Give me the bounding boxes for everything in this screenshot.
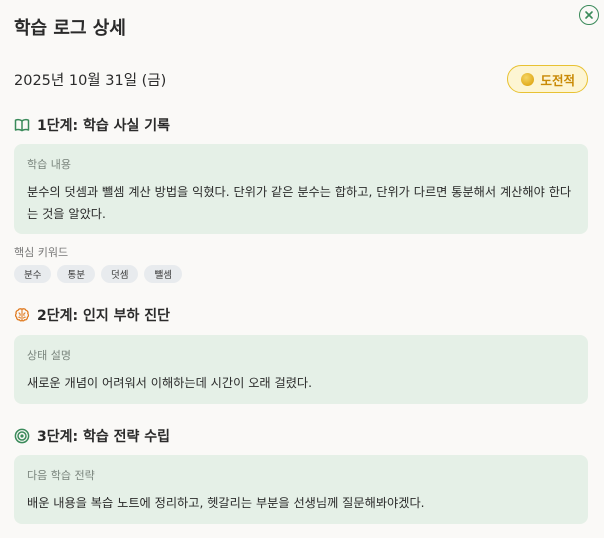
coin-dot-icon bbox=[521, 72, 535, 86]
keywords-label: 핵심 키워드 bbox=[14, 246, 69, 259]
step3-header: 3단계: 학습 전략 수립 bbox=[14, 426, 170, 446]
modal-title: 학습 로그 상세 bbox=[14, 18, 126, 39]
log-date: 2025년 10월 31일 (금) bbox=[14, 73, 167, 89]
step1-header: 1단계: 학습 사실 기록 bbox=[14, 115, 170, 135]
brain-icon bbox=[14, 308, 30, 322]
step3-card-text: 배운 내용을 복습 노트에 정리하고, 헷갈리는 부분을 선생님께 질문해봐야겠… bbox=[27, 496, 425, 510]
step2-card-label: 상태 설명 bbox=[27, 349, 71, 362]
step1-title: 1단계: 학습 사실 기록 bbox=[37, 118, 171, 134]
step2-card: 상태 설명 새로운 개념이 어려워서 이해하는데 시간이 오래 걸렸다. bbox=[14, 335, 588, 404]
step2-card-text: 새로운 개념이 어려워서 이해하는데 시간이 오래 걸렸다. bbox=[27, 376, 313, 390]
keyword-tag: 분수 bbox=[14, 265, 52, 283]
step3-card: 다음 학습 전략 배운 내용을 복습 노트에 정리하고, 헷갈리는 부분을 선생… bbox=[14, 455, 588, 524]
step2-title: 2단계: 인지 부하 진단 bbox=[37, 308, 171, 324]
keyword-list: 분수 통분 덧셈 뺄셈 bbox=[14, 265, 182, 283]
close-circle-icon bbox=[585, 11, 593, 19]
step1-card-label: 학습 내용 bbox=[27, 158, 71, 171]
step3-title: 3단계: 학습 전략 수립 bbox=[37, 429, 171, 445]
keyword-tag: 덧셈 bbox=[100, 265, 139, 283]
target-icon bbox=[14, 428, 30, 444]
close-button[interactable] bbox=[579, 5, 599, 25]
step2-header: 2단계: 인지 부하 진단 bbox=[14, 305, 170, 325]
keyword-tag: 뺄셈 bbox=[144, 265, 182, 283]
badge-label: 도전적 bbox=[540, 72, 575, 88]
learning-log-detail-modal: 학습 로그 상세 2025년 10월 31일 (금) 도전적 1단계: 학습 사… bbox=[0, 0, 604, 538]
step1-card: 학습 내용 분수의 덧셈과 뺄셈 계산 방법을 익혔다. 단위가 같은 분수는 … bbox=[14, 144, 588, 234]
keyword-tag: 통분 bbox=[57, 265, 95, 283]
step1-card-text: 분수의 덧셈과 뺄셈 계산 방법을 익혔다. 단위가 같은 분수는 합하고, 단… bbox=[27, 185, 572, 221]
open-book-icon bbox=[14, 118, 30, 132]
step3-card-label: 다음 학습 전략 bbox=[27, 469, 95, 482]
difficulty-badge: 도전적 bbox=[507, 65, 588, 93]
